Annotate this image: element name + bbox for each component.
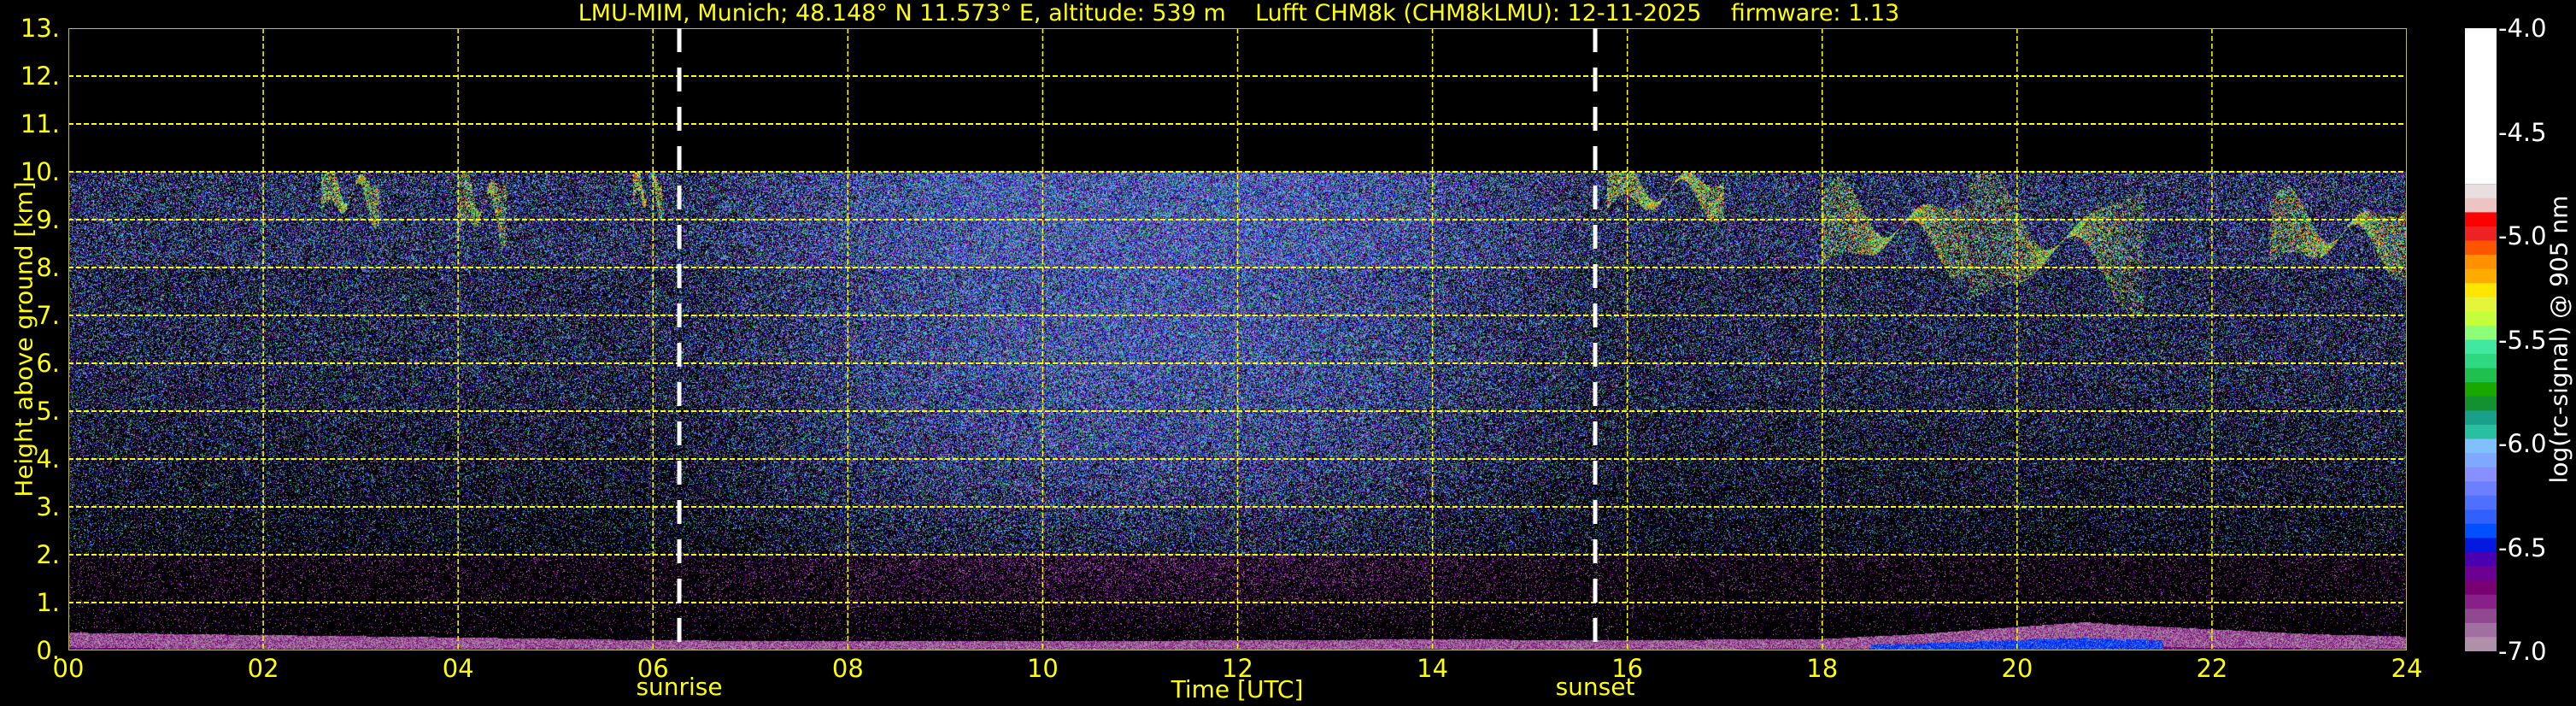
colorbar-band <box>2465 438 2497 454</box>
x-tick-label: 18 <box>1806 654 1839 683</box>
x-tick-label: 04 <box>442 654 474 683</box>
x-tick-label: 02 <box>247 654 279 683</box>
x-tick-label: 20 <box>2001 654 2033 683</box>
colorbar-band <box>2465 523 2497 538</box>
colorbar-band <box>2465 410 2497 426</box>
y-axis-label: Height above ground [km] <box>9 181 38 497</box>
y-tick-label: 4. <box>36 444 60 474</box>
colorbar-tick-label: -5.5 <box>2498 325 2547 355</box>
x-tick-label: 10 <box>1026 654 1059 683</box>
x-tick-label: 08 <box>831 654 864 683</box>
colorbar-band <box>2465 509 2497 525</box>
colorbar-tick-label: -6.5 <box>2498 532 2547 562</box>
colorbar-label: log(rc-signal) @ 905 nm <box>2544 195 2573 484</box>
colorbar-band <box>2465 240 2497 256</box>
colorbar-band <box>2465 609 2497 624</box>
colorbar-band <box>2465 495 2497 510</box>
colorbar-band <box>2465 538 2497 553</box>
colorbar-band <box>2465 28 2497 185</box>
chart-title: LMU-MIM, Munich; 48.148° N 11.573° E, al… <box>578 0 1900 26</box>
colorbar-band <box>2465 212 2497 227</box>
colorbar-tick-label: -6.0 <box>2498 429 2547 458</box>
y-tick-label: 5. <box>36 397 60 426</box>
colorbar-band <box>2465 283 2497 298</box>
colorbar-band <box>2465 197 2497 213</box>
y-tick-label: 1. <box>36 588 60 617</box>
y-tick-label: 7. <box>36 301 60 330</box>
colorbar-tick-label: -5.0 <box>2498 221 2547 250</box>
plot-area <box>68 28 2407 650</box>
colorbar-band <box>2465 580 2497 596</box>
y-tick-label: 2. <box>36 540 60 569</box>
y-tick-label: 11. <box>20 109 60 138</box>
y-tick-label: 12. <box>20 62 60 91</box>
x-axis-label: Time [UTC] <box>1171 675 1304 703</box>
colorbar-band <box>2465 226 2497 242</box>
sunrise-label: sunrise <box>636 673 723 701</box>
colorbar-band <box>2465 594 2497 609</box>
colorbar-band <box>2465 325 2497 340</box>
colorbar-band <box>2465 453 2497 468</box>
colorbar-band <box>2465 424 2497 439</box>
colorbar-band <box>2465 396 2497 411</box>
colorbar-band <box>2465 622 2497 638</box>
y-tick-label: 9. <box>36 205 60 234</box>
colorbar-band <box>2465 637 2497 651</box>
colorbar-band <box>2465 354 2497 369</box>
x-tick-label: 14 <box>1417 654 1449 683</box>
colorbar-band <box>2465 382 2497 397</box>
colorbar-band <box>2465 311 2497 327</box>
colorbar-tick-label: -7.0 <box>2498 637 2547 666</box>
colorbar-tick-label: -4.5 <box>2498 117 2547 147</box>
colorbar-band <box>2465 481 2497 497</box>
colorbar-band <box>2465 339 2497 355</box>
colorbar-band <box>2465 184 2497 199</box>
x-tick-label: 24 <box>2391 654 2423 683</box>
colorbar-band <box>2465 467 2497 482</box>
x-tick-label: 00 <box>52 654 85 683</box>
y-tick-label: 6. <box>36 349 60 378</box>
colorbar <box>2465 28 2497 651</box>
colorbar-band <box>2465 268 2497 284</box>
y-tick-label: 8. <box>36 253 60 282</box>
colorbar-tick-label: -4.0 <box>2498 14 2547 43</box>
y-tick-label: 13. <box>20 14 60 43</box>
colorbar-band <box>2465 566 2497 581</box>
colorbar-band <box>2465 552 2497 568</box>
colorbar-band <box>2465 368 2497 383</box>
x-tick-label: 22 <box>2196 654 2228 683</box>
colorbar-band <box>2465 297 2497 312</box>
y-tick-label: 3. <box>36 492 60 521</box>
grid-and-markers <box>68 28 2407 650</box>
sunset-label: sunset <box>1555 673 1635 701</box>
colorbar-band <box>2465 255 2497 270</box>
